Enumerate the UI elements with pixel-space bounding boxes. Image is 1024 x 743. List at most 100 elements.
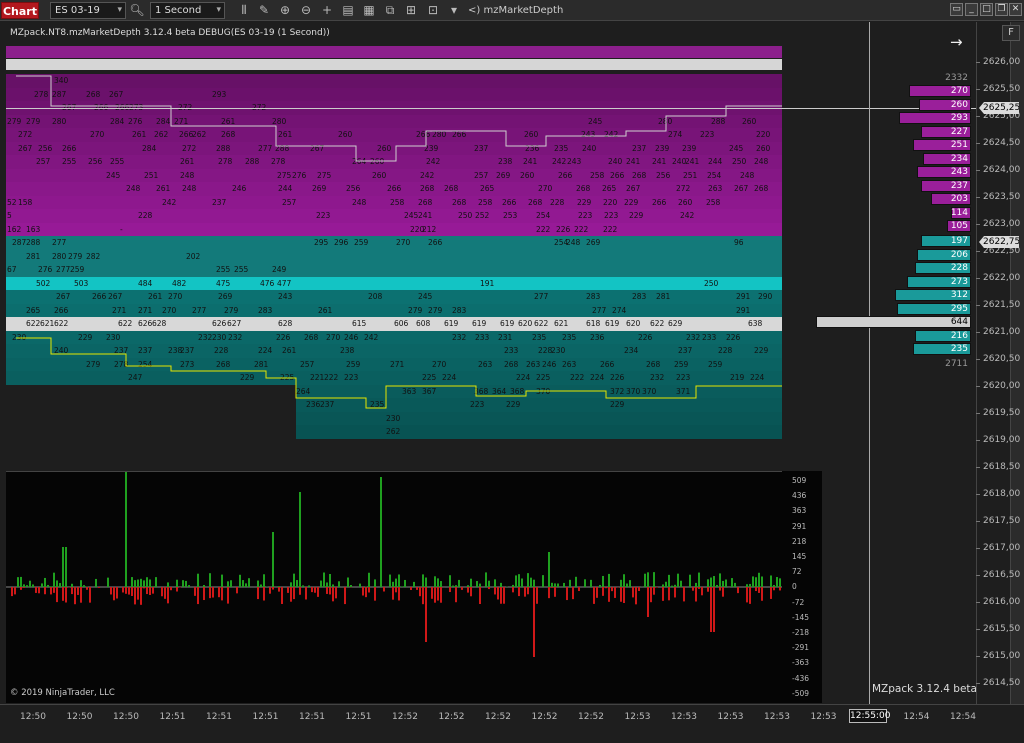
- delta-bar-negative: [683, 587, 685, 602]
- delta-bar-negative: [131, 587, 133, 596]
- timeframe-selector[interactable]: 1 Second ▾: [150, 2, 225, 19]
- delta-bar-positive: [182, 580, 184, 587]
- close-button[interactable]: ✕: [1009, 3, 1022, 16]
- delta-bar-negative: [695, 587, 697, 602]
- restore-button[interactable]: ❐: [995, 3, 1008, 16]
- indicators-icon[interactable]: ⊡: [425, 2, 441, 19]
- dropdown-icon[interactable]: ▾: [446, 2, 462, 19]
- delta-bar-positive: [167, 582, 169, 587]
- bid-path-line: [16, 337, 782, 409]
- delta-bar-negative: [620, 587, 622, 602]
- price-axis-tick: [976, 413, 980, 414]
- properties-icon[interactable]: ▤: [340, 2, 356, 19]
- delta-bar-negative: [416, 587, 418, 590]
- delta-bar-positive: [710, 577, 712, 587]
- delta-bar-positive: [83, 585, 85, 587]
- delta-bar-positive: [125, 472, 127, 587]
- delta-bar-negative: [773, 587, 775, 591]
- delta-bar-positive: [290, 582, 292, 587]
- delta-bar-positive: [608, 573, 610, 587]
- delta-bar-negative: [551, 587, 553, 588]
- delta-bar-positive: [143, 580, 145, 587]
- bid-volume-label: 312: [950, 290, 968, 300]
- instrument-selector[interactable]: ES 03-19 ▾: [50, 2, 126, 19]
- indicator-label[interactable]: <) mzMarketDepth: [468, 2, 563, 19]
- bar-type-icon[interactable]: ⫴: [236, 2, 252, 19]
- delta-bar-negative: [425, 587, 427, 642]
- delta-bar-negative: [548, 587, 550, 599]
- price-axis-tick: [976, 386, 980, 387]
- data-box-icon[interactable]: ▦: [361, 2, 377, 19]
- delta-bar-positive: [221, 574, 223, 587]
- delta-bar-positive: [467, 585, 469, 587]
- price-axis-tick: [976, 89, 980, 90]
- delta-bar-positive: [434, 576, 436, 587]
- price-axis-tick: [976, 629, 980, 630]
- delta-bar-positive: [41, 583, 43, 587]
- delta-bar-negative: [383, 587, 385, 592]
- delta-bar-negative: [140, 587, 142, 605]
- delta-bar-negative: [305, 587, 307, 600]
- delta-bar-negative: [197, 587, 199, 605]
- delta-bar-positive: [458, 579, 460, 587]
- time-axis-label: 12:51: [159, 712, 186, 722]
- delta-bar-negative: [281, 587, 283, 604]
- crosshair-icon[interactable]: +: [319, 2, 335, 19]
- chevron-down-icon: ▾: [117, 5, 122, 15]
- minimize-button[interactable]: _: [965, 3, 978, 16]
- delta-bar-positive: [140, 578, 142, 587]
- delta-bar-negative: [713, 587, 715, 632]
- chart-menu-button[interactable]: Chart: [1, 2, 39, 19]
- delta-axis-label: -291: [792, 643, 810, 653]
- delta-bar-negative: [35, 587, 37, 593]
- window-menu-button[interactable]: ▭: [950, 3, 963, 16]
- depth-heatmap: 3402782872682672932672662662732722722792…: [6, 46, 782, 440]
- delta-bar-positive: [689, 574, 691, 587]
- delta-bar-positive: [674, 584, 676, 587]
- delta-bar-positive: [302, 585, 304, 587]
- zoom-out-icon[interactable]: ⊖: [298, 2, 314, 19]
- delta-bar-positive: [776, 577, 778, 587]
- delta-bar-positive: [590, 579, 592, 587]
- delta-bar-negative: [653, 587, 655, 595]
- delta-bar-negative: [278, 587, 280, 592]
- delta-bar-negative: [290, 587, 292, 602]
- delta-bar-positive: [329, 573, 331, 587]
- delta-bar-negative: [194, 587, 196, 596]
- delta-bar-positive: [575, 576, 577, 587]
- ask-volume-label: 203: [950, 194, 968, 204]
- delta-bar-positive: [146, 577, 148, 587]
- delta-bar-positive: [455, 585, 457, 587]
- price-axis-label: 2619,00: [983, 435, 1021, 445]
- delta-bar-negative: [365, 587, 367, 598]
- magnifier-icon[interactable]: 🔍︎: [129, 2, 145, 19]
- templates-icon[interactable]: ⊞: [403, 2, 419, 19]
- delta-bar-positive: [332, 584, 334, 587]
- price-axis-label: 2615,50: [983, 624, 1021, 634]
- price-axis-label: 2620,50: [983, 354, 1021, 364]
- price-axis-label: 2617,00: [983, 543, 1021, 553]
- maximize-button[interactable]: □: [980, 3, 993, 16]
- delta-bar-positive: [422, 574, 424, 587]
- delta-bar-negative: [20, 587, 22, 590]
- delta-bar-positive: [23, 584, 25, 587]
- zoom-in-icon[interactable]: ⊕: [277, 2, 293, 19]
- pencil-icon[interactable]: ✎: [256, 2, 272, 19]
- delta-bar-negative: [317, 587, 319, 597]
- delta-bar-negative: [701, 587, 703, 596]
- delta-bar-negative: [479, 587, 481, 605]
- delta-bar-positive: [653, 572, 655, 587]
- f-button[interactable]: F: [1002, 25, 1020, 41]
- delta-bar-positive: [245, 583, 247, 587]
- delta-bar-positive: [293, 573, 295, 587]
- delta-bar-positive: [626, 583, 628, 587]
- delta-bar-negative: [608, 587, 610, 602]
- delta-bar-positive: [176, 579, 178, 587]
- delta-panel[interactable]: [6, 471, 782, 703]
- time-axis-label: 12:50: [20, 712, 46, 722]
- strategies-icon[interactable]: ⧉: [382, 2, 398, 19]
- delta-bar-positive: [713, 576, 715, 587]
- delta-bar-negative: [71, 587, 73, 595]
- arrow-right-icon[interactable]: →: [950, 33, 963, 51]
- delta-bar-positive: [584, 579, 586, 587]
